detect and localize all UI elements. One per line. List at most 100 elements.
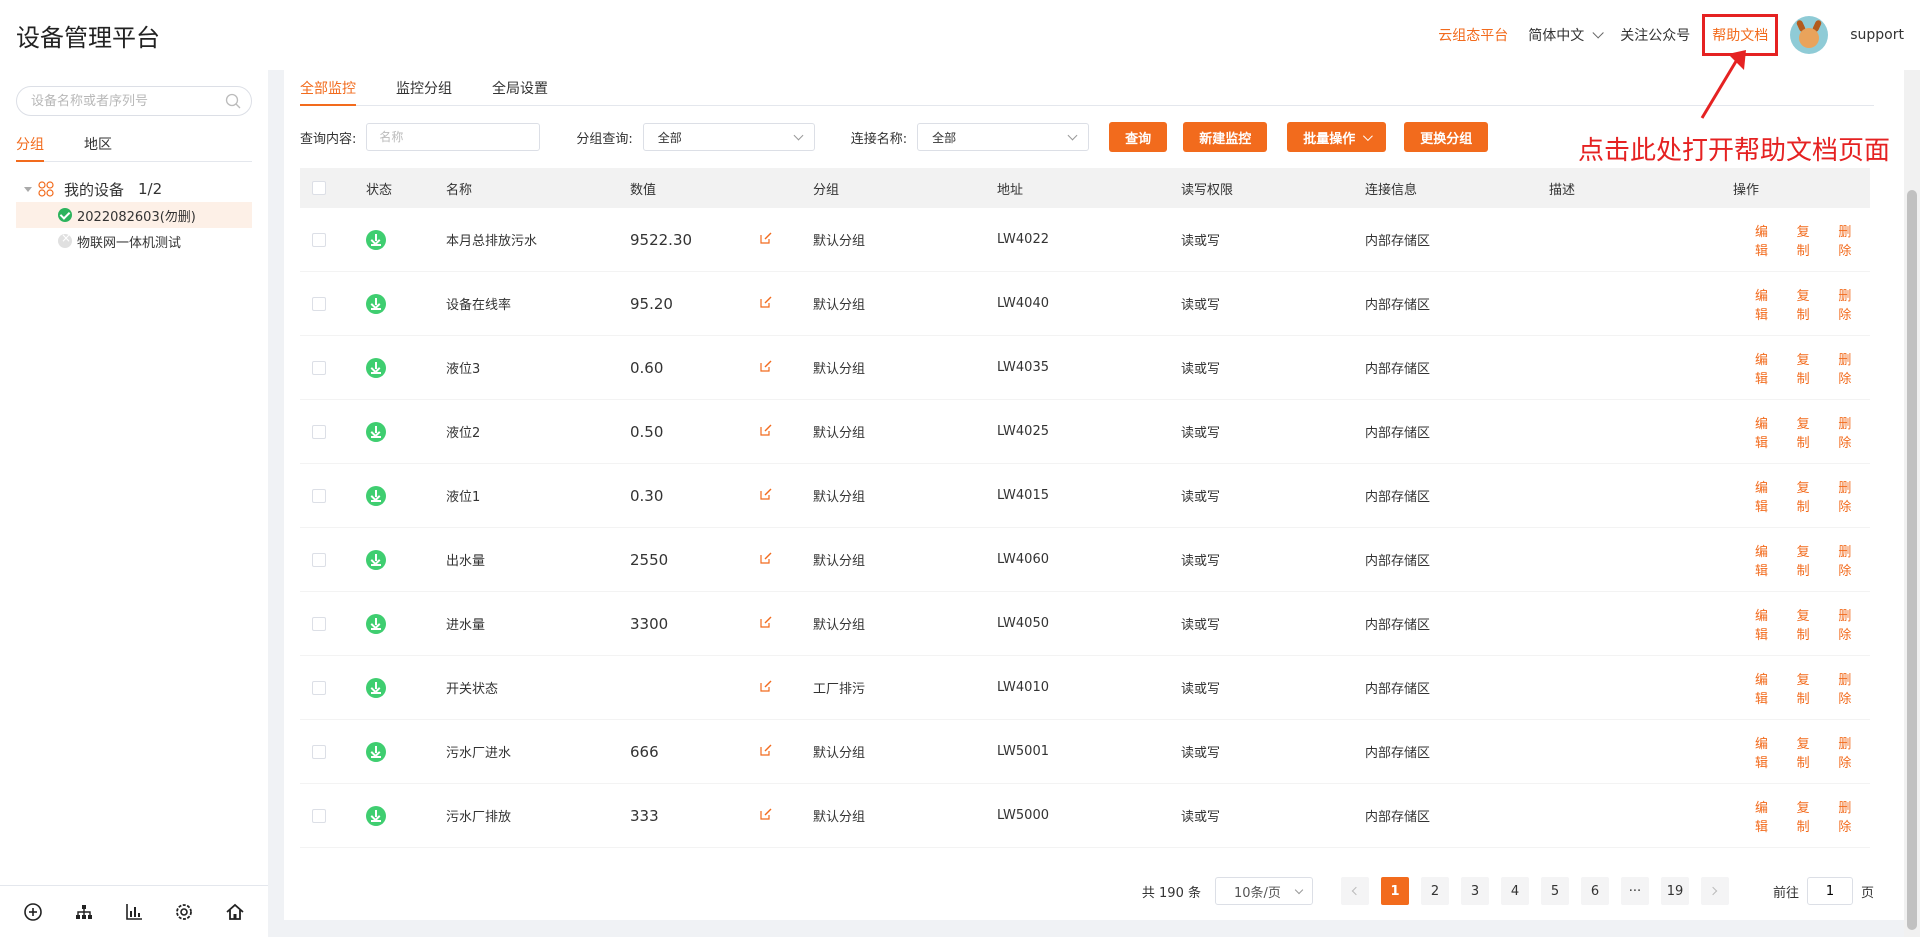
settings-icon[interactable] (174, 902, 194, 922)
delete-link[interactable]: 删除 (1838, 669, 1858, 707)
edit-link[interactable]: 编辑 (1755, 413, 1775, 451)
goto-page-input[interactable] (1806, 877, 1853, 905)
tree-item-device[interactable]: 物联网一体机测试 (16, 228, 252, 254)
add-circle-icon[interactable] (23, 902, 43, 922)
query-input[interactable] (366, 123, 541, 151)
copy-link[interactable]: 复制 (1797, 733, 1817, 771)
delete-link[interactable]: 删除 (1838, 413, 1858, 451)
home-icon[interactable] (225, 902, 245, 922)
copy-link[interactable]: 复制 (1797, 477, 1817, 515)
tab-global-settings[interactable]: 全局设置 (492, 70, 548, 106)
next-page-button[interactable] (1700, 877, 1729, 905)
tab-group[interactable]: 分组 (16, 132, 44, 162)
more-pages-button[interactable]: ··· (1620, 877, 1649, 905)
new-monitor-button[interactable]: 新建监控 (1183, 122, 1268, 152)
row-checkbox[interactable] (312, 616, 326, 631)
copy-link[interactable]: 复制 (1797, 669, 1817, 707)
page-scrollbar[interactable] (1904, 70, 1920, 937)
edit-value-icon[interactable] (760, 616, 772, 628)
edit-value-icon[interactable] (760, 808, 772, 820)
edit-value-icon[interactable] (760, 424, 772, 436)
copy-link[interactable]: 复制 (1797, 349, 1817, 387)
copy-link[interactable]: 复制 (1797, 605, 1817, 643)
group-select[interactable]: 全部 (642, 123, 815, 151)
tree-item-device[interactable]: 2022082603(勿删) (16, 202, 252, 228)
delete-link[interactable]: 删除 (1838, 349, 1858, 387)
edit-value-icon[interactable] (760, 232, 772, 244)
page-button[interactable]: 5 (1540, 877, 1569, 905)
connection-select[interactable]: 全部 (917, 123, 1090, 151)
edit-value-icon[interactable] (760, 488, 772, 500)
row-checkbox[interactable] (312, 360, 326, 375)
copy-link[interactable]: 复制 (1797, 541, 1817, 579)
copy-link[interactable]: 复制 (1797, 285, 1817, 323)
row-checkbox[interactable] (312, 424, 326, 439)
prev-page-button[interactable] (1340, 877, 1369, 905)
page-button[interactable]: 6 (1580, 877, 1609, 905)
edit-link[interactable]: 编辑 (1755, 605, 1775, 643)
page-button[interactable]: 19 (1660, 877, 1689, 905)
delete-link[interactable]: 删除 (1838, 285, 1858, 323)
page-button[interactable]: 1 (1380, 877, 1409, 905)
cell-address: LW4010 (997, 680, 1049, 695)
sidebar: 分组 地区 我的设备 1/2 2022082603(勿删) 物联网一体机测试 (0, 70, 268, 937)
page-size-select[interactable]: 10条/页 (1214, 877, 1313, 905)
delete-link[interactable]: 删除 (1838, 477, 1858, 515)
copy-link[interactable]: 复制 (1797, 413, 1817, 451)
edit-link[interactable]: 编辑 (1755, 797, 1775, 835)
row-checkbox[interactable] (312, 232, 326, 247)
edit-link[interactable]: 编辑 (1755, 285, 1775, 323)
row-checkbox[interactable] (312, 552, 326, 567)
delete-link[interactable]: 删除 (1838, 733, 1858, 771)
delete-link[interactable]: 删除 (1838, 221, 1858, 259)
edit-link[interactable]: 编辑 (1755, 733, 1775, 771)
edit-link[interactable]: 编辑 (1755, 541, 1775, 579)
edit-link[interactable]: 编辑 (1755, 349, 1775, 387)
edit-value-icon[interactable] (760, 552, 772, 564)
cell-value: 666 (630, 742, 659, 761)
page-button[interactable]: 3 (1460, 877, 1489, 905)
cell-address: LW4050 (997, 616, 1049, 631)
page-button[interactable]: 4 (1500, 877, 1529, 905)
tab-monitor-groups[interactable]: 监控分组 (396, 70, 452, 106)
search-icon[interactable] (225, 93, 241, 109)
scrollbar-thumb[interactable] (1907, 190, 1917, 930)
avatar[interactable] (1790, 16, 1829, 54)
batch-operation-button[interactable]: 批量操作 (1287, 122, 1387, 152)
user-name[interactable]: support (1850, 27, 1904, 43)
edit-link[interactable]: 编辑 (1755, 669, 1775, 707)
select-all-checkbox[interactable] (312, 181, 326, 195)
delete-link[interactable]: 删除 (1838, 797, 1858, 835)
language-select[interactable]: 简体中文 (1528, 25, 1605, 45)
edit-value-icon[interactable] (760, 744, 772, 756)
tree-root[interactable]: 我的设备 1/2 (16, 176, 252, 202)
annotation-arrow-icon (1700, 50, 1746, 119)
device-search-input[interactable] (31, 87, 221, 115)
cell-address: LW5000 (997, 808, 1049, 823)
delete-link[interactable]: 删除 (1838, 541, 1858, 579)
edit-value-icon[interactable] (760, 680, 772, 692)
row-checkbox[interactable] (312, 296, 326, 311)
page-button[interactable]: 2 (1420, 877, 1449, 905)
device-tree: 我的设备 1/2 2022082603(勿删) 物联网一体机测试 (16, 176, 252, 254)
copy-link[interactable]: 复制 (1797, 797, 1817, 835)
chart-icon[interactable] (124, 902, 144, 922)
tab-all-monitors[interactable]: 全部监控 (300, 70, 356, 106)
edit-link[interactable]: 编辑 (1755, 477, 1775, 515)
caret-down-icon[interactable] (24, 186, 32, 192)
hierarchy-icon[interactable] (74, 902, 94, 922)
delete-link[interactable]: 删除 (1838, 605, 1858, 643)
row-checkbox[interactable] (312, 680, 326, 695)
row-checkbox[interactable] (312, 808, 326, 823)
search-button[interactable]: 查询 (1109, 122, 1168, 152)
copy-link[interactable]: 复制 (1797, 221, 1817, 259)
edit-link[interactable]: 编辑 (1755, 221, 1775, 259)
tab-region[interactable]: 地区 (84, 132, 112, 162)
cloud-config-link[interactable]: 云组态平台 (1438, 25, 1508, 45)
row-checkbox[interactable] (312, 488, 326, 503)
follow-account-link[interactable]: 关注公众号 (1620, 25, 1690, 45)
row-checkbox[interactable] (312, 744, 326, 759)
change-group-button[interactable]: 更换分组 (1404, 122, 1489, 152)
edit-value-icon[interactable] (760, 360, 772, 372)
edit-value-icon[interactable] (760, 296, 772, 308)
